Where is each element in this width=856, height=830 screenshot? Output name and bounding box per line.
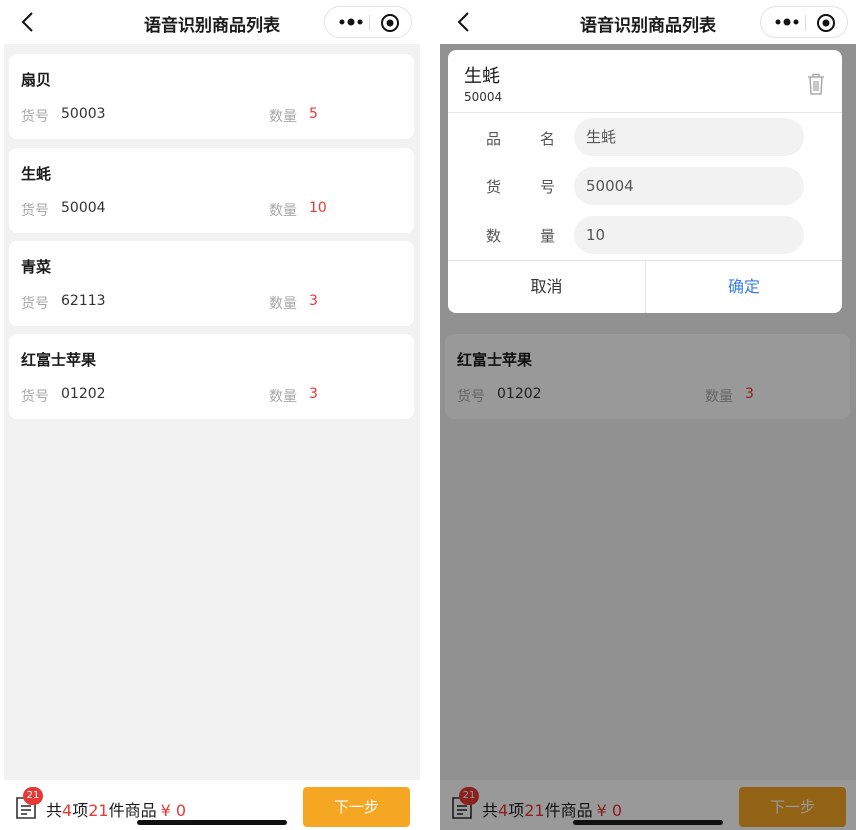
dialog-divider: [448, 112, 842, 113]
phone-screen-edit-dialog: 语音识别商品列表 红富士苹果 货号 01202 数量 3 21 共4项21件商品…: [440, 0, 856, 830]
edit-item-dialog: 生蚝 50004 品 名 生蚝 货 号 50004 数 量 10 取消 确定: [448, 50, 842, 313]
cancel-button[interactable]: 取消: [448, 261, 645, 313]
field-label: 号: [540, 178, 556, 196]
field-label: 货: [486, 178, 502, 196]
item-code-label: 货号: [21, 296, 49, 312]
field-label: 品: [486, 130, 502, 148]
list-item[interactable]: 红富士苹果 货号 01202 数量 3: [9, 334, 414, 419]
dialog-code: 50004: [464, 90, 503, 104]
summary-prefix: 共: [46, 801, 63, 820]
home-indicator: [137, 820, 287, 825]
nav-bar: 语音识别商品列表: [4, 0, 420, 44]
phone-screen-list: 语音识别商品列表 扇贝 货号 50003 数量 5 生蚝 货号 50004 数量…: [4, 0, 420, 830]
item-qty-label: 数量: [269, 109, 297, 125]
capsule-divider: [369, 15, 370, 31]
item-code: 01202: [61, 386, 106, 402]
item-code: 50004: [61, 200, 106, 216]
item-qty-label: 数量: [269, 296, 297, 312]
more-dots-icon[interactable]: [773, 14, 801, 30]
item-name: 青菜: [21, 258, 52, 276]
item-code-label: 货号: [21, 389, 49, 405]
confirm-button[interactable]: 确定: [646, 261, 842, 313]
field-label: 名: [540, 130, 556, 148]
summary-suffix: 件商品: [108, 801, 157, 820]
nav-bar: 语音识别商品列表: [440, 0, 856, 44]
item-code-label: 货号: [21, 203, 49, 219]
list-item[interactable]: 生蚝 货号 50004 数量 10: [9, 148, 414, 233]
item-name: 红富士苹果: [21, 351, 97, 369]
summary-mid: 项: [72, 801, 89, 820]
item-qty: 10: [309, 200, 327, 216]
home-indicator: [573, 820, 723, 825]
summary-item-count: 4: [62, 801, 73, 820]
item-code: 50003: [61, 106, 106, 122]
more-dots-icon[interactable]: [337, 14, 365, 30]
item-code: 62113: [61, 293, 106, 309]
cart-summary: 共4项21件商品 ¥ 0: [46, 797, 186, 821]
code-field[interactable]: 50004: [574, 167, 804, 205]
target-icon[interactable]: [816, 13, 836, 33]
mini-program-capsule: [324, 6, 412, 38]
target-icon[interactable]: [380, 13, 400, 33]
summary-piece-count: 21: [88, 801, 109, 820]
item-qty: 3: [309, 293, 318, 309]
next-step-button[interactable]: 下一步: [303, 787, 410, 827]
item-qty: 3: [309, 386, 318, 402]
name-field[interactable]: 生蚝: [574, 118, 804, 156]
item-name: 扇贝: [21, 71, 52, 89]
capsule-divider: [805, 15, 806, 31]
quantity-field[interactable]: 10: [574, 216, 804, 254]
summary-price: ¥ 0: [160, 801, 187, 820]
field-label: 量: [540, 227, 556, 245]
cart-count-badge: 21: [23, 787, 43, 805]
item-qty: 5: [309, 106, 318, 122]
item-qty-label: 数量: [269, 389, 297, 405]
dialog-title: 生蚝: [464, 66, 500, 87]
item-code-label: 货号: [21, 109, 49, 125]
trash-icon[interactable]: [805, 72, 827, 96]
item-qty-label: 数量: [269, 203, 297, 219]
item-name: 生蚝: [21, 165, 52, 183]
list-item[interactable]: 扇贝 货号 50003 数量 5: [9, 54, 414, 139]
list-item[interactable]: 青菜 货号 62113 数量 3: [9, 241, 414, 326]
field-label: 数: [486, 227, 502, 245]
mini-program-capsule: [760, 6, 848, 38]
